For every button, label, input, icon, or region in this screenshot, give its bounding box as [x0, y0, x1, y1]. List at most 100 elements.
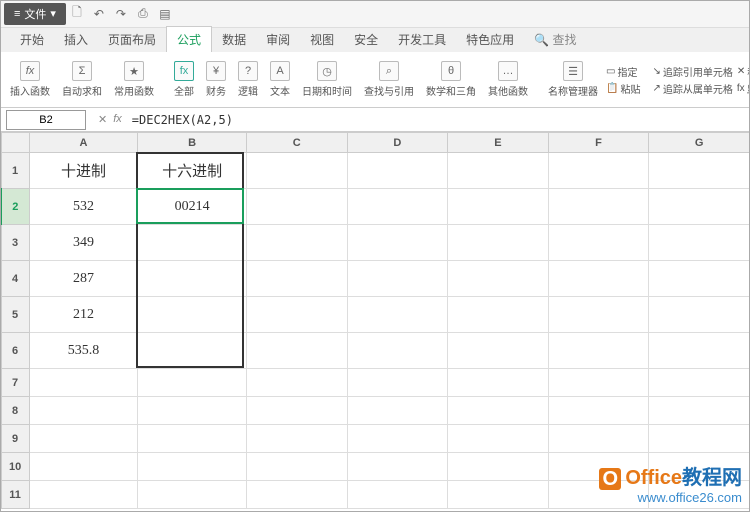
cell[interactable]	[548, 261, 649, 297]
cell[interactable]	[548, 225, 649, 261]
save-icon[interactable]: 🗋	[69, 6, 85, 22]
remove-arrows-button[interactable]: ✕ 移去箭头▾	[737, 64, 750, 79]
cell[interactable]	[29, 453, 138, 481]
cell[interactable]	[649, 261, 750, 297]
tab-security[interactable]: 安全	[344, 27, 388, 52]
tab-layout[interactable]: 页面布局	[98, 27, 166, 52]
tab-review[interactable]: 审阅	[256, 27, 300, 52]
tab-formula[interactable]: 公式	[166, 26, 212, 52]
name-manager-button[interactable]: ☰名称管理器	[544, 61, 602, 98]
cancel-icon[interactable]: ✕	[98, 113, 107, 126]
row-header[interactable]: 4	[1, 261, 29, 297]
col-header-e[interactable]: E	[448, 133, 549, 153]
cell[interactable]	[138, 397, 247, 425]
cell[interactable]	[246, 333, 347, 369]
spreadsheet-grid[interactable]: A B C D E F G 1 十进制 十六进制 2 532 00214 3 3…	[0, 132, 750, 509]
cell[interactable]	[246, 425, 347, 453]
cell[interactable]	[448, 153, 549, 189]
cell[interactable]	[649, 425, 750, 453]
row-header[interactable]: 11	[1, 481, 29, 509]
cell[interactable]	[548, 333, 649, 369]
row-header[interactable]: 6	[1, 333, 29, 369]
col-header-b[interactable]: B	[138, 133, 247, 153]
cell-b5[interactable]	[138, 297, 247, 333]
cell[interactable]	[649, 189, 750, 225]
cell[interactable]	[347, 453, 448, 481]
cell-b4[interactable]	[138, 261, 247, 297]
tab-start[interactable]: 开始	[10, 27, 54, 52]
cell-b3[interactable]	[138, 225, 247, 261]
paste-name-button[interactable]: 📋 粘贴	[606, 81, 640, 96]
other-fn-button[interactable]: …其他函数	[484, 61, 532, 98]
math-fn-button[interactable]: θ数学和三角	[422, 61, 480, 98]
tab-view[interactable]: 视图	[300, 27, 344, 52]
autosum-button[interactable]: Σ自动求和	[58, 61, 106, 98]
formula-input[interactable]: =DEC2HEX(A2,5)	[128, 113, 750, 127]
tab-search[interactable]: 🔍 查找	[524, 27, 586, 52]
cell[interactable]	[448, 225, 549, 261]
logic-fn-button[interactable]: ?逻辑	[234, 61, 262, 98]
cell[interactable]	[649, 397, 750, 425]
common-fn-button[interactable]: ★常用函数	[110, 61, 158, 98]
cell[interactable]	[347, 481, 448, 509]
cell[interactable]	[649, 333, 750, 369]
cell[interactable]	[448, 481, 549, 509]
cell-b6[interactable]	[138, 333, 247, 369]
cell[interactable]	[448, 297, 549, 333]
cell-b1[interactable]: 十六进制	[138, 153, 247, 189]
cell[interactable]	[347, 153, 448, 189]
cell[interactable]	[548, 189, 649, 225]
cell[interactable]	[548, 397, 649, 425]
cell[interactable]	[246, 369, 347, 397]
fx-icon[interactable]: fx	[113, 113, 122, 126]
tab-data[interactable]: 数据	[212, 27, 256, 52]
cell[interactable]	[246, 453, 347, 481]
cell[interactable]	[347, 225, 448, 261]
row-header[interactable]: 8	[1, 397, 29, 425]
cell[interactable]	[246, 225, 347, 261]
row-header[interactable]: 3	[1, 225, 29, 261]
text-fn-button[interactable]: A文本	[266, 61, 294, 98]
cell[interactable]	[548, 369, 649, 397]
finance-fn-button[interactable]: ¥财务	[202, 61, 230, 98]
row-header[interactable]: 9	[1, 425, 29, 453]
col-header-g[interactable]: G	[649, 133, 750, 153]
trace-dependents-button[interactable]: ↗ 追踪从属单元格	[652, 81, 732, 96]
cell[interactable]	[347, 261, 448, 297]
assign-button[interactable]: ▭ 指定	[606, 64, 640, 79]
cell[interactable]	[138, 369, 247, 397]
cell[interactable]	[448, 397, 549, 425]
lookup-fn-button[interactable]: ⌕查找与引用	[360, 61, 418, 98]
row-header[interactable]: 1	[1, 153, 29, 189]
tab-insert[interactable]: 插入	[54, 27, 98, 52]
cell-a4[interactable]: 287	[29, 261, 138, 297]
cell[interactable]	[138, 453, 247, 481]
cell[interactable]	[347, 425, 448, 453]
cell[interactable]	[448, 369, 549, 397]
tab-special[interactable]: 特色应用	[456, 27, 524, 52]
file-menu-button[interactable]: ≡ 文件 ▾	[4, 3, 66, 25]
cell[interactable]	[246, 261, 347, 297]
cell[interactable]	[548, 153, 649, 189]
cell[interactable]	[347, 397, 448, 425]
cell-a3[interactable]: 349	[29, 225, 138, 261]
cell[interactable]	[448, 333, 549, 369]
cell[interactable]	[246, 397, 347, 425]
col-header-f[interactable]: F	[548, 133, 649, 153]
cell-b2[interactable]: 00214	[138, 189, 247, 225]
datetime-fn-button[interactable]: ◷日期和时间	[298, 61, 356, 98]
cell[interactable]	[448, 425, 549, 453]
show-formula-button[interactable]: fx 显示公式	[737, 81, 750, 96]
undo-icon[interactable]: ↶	[91, 6, 107, 22]
tab-dev[interactable]: 开发工具	[388, 27, 456, 52]
cell[interactable]	[448, 261, 549, 297]
preview-icon[interactable]: ▤	[157, 6, 173, 22]
cell[interactable]	[347, 333, 448, 369]
row-header[interactable]: 5	[1, 297, 29, 333]
cell[interactable]	[29, 425, 138, 453]
select-all-corner[interactable]	[1, 133, 29, 153]
cell-a2[interactable]: 532	[29, 189, 138, 225]
cell[interactable]	[649, 297, 750, 333]
cell[interactable]	[29, 481, 138, 509]
cell[interactable]	[347, 297, 448, 333]
